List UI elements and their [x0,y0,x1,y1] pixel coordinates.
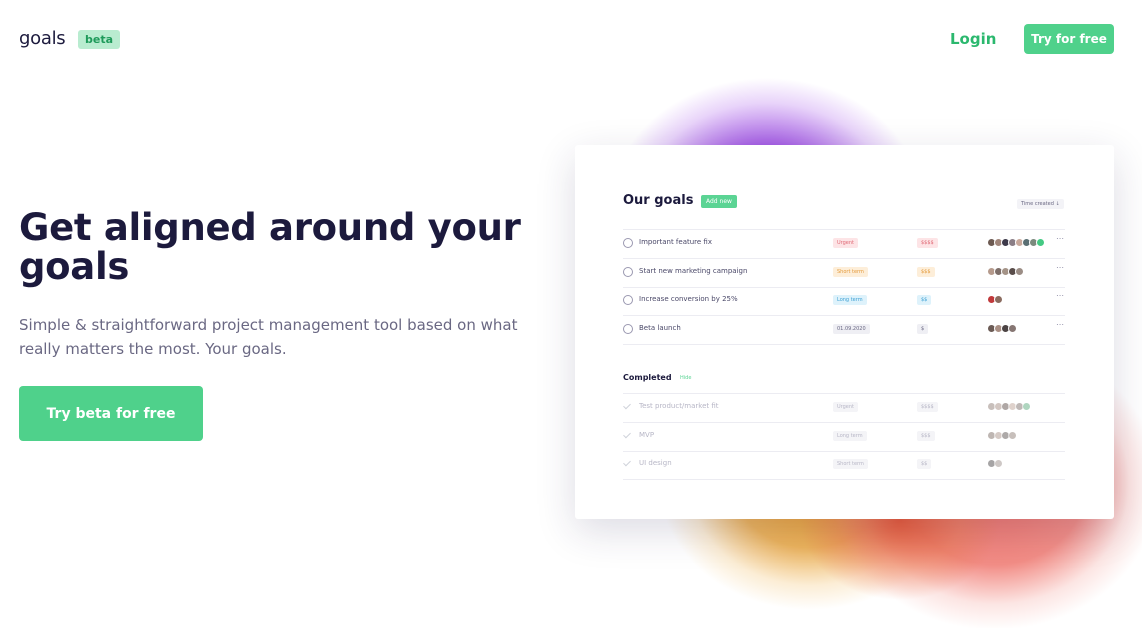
goal-row[interactable]: Start new marketing campaign Short term $$… [623,259,1065,287]
goal-priority-badge: $$$ [917,430,935,441]
goal-row[interactable]: Increase conversion by 25% Long term $$ ⋯ [623,287,1065,315]
logo[interactable]: goals [19,28,66,49]
assignee-avatars [987,459,1003,469]
divider [623,343,1065,345]
assignee-avatars [987,266,1024,277]
avatar [1008,323,1017,333]
check-icon [623,459,632,468]
try-for-free-button[interactable]: Try for free [1024,24,1114,54]
goal-name: Start new marketing campaign [639,266,748,275]
goal-tag-badge: Short term [833,266,868,277]
assignee-avatars [987,402,1031,412]
beta-badge: beta [78,30,121,49]
goal-priority-badge: $$$ [917,266,935,277]
completed-goal-row[interactable]: MVP Long term $$$ [623,423,1065,451]
avatar [994,295,1003,304]
avatar [1015,266,1024,276]
goal-name: Test product/market fit [639,402,719,410]
goal-tag-badge: Long term [833,295,867,305]
more-options-icon[interactable]: ⋯ [1056,234,1064,243]
avatar [1008,430,1017,440]
add-new-button[interactable]: Add new [701,195,737,208]
goal-name: Beta launch [639,323,681,332]
goal-priority-badge: $ [917,323,929,334]
divider [623,479,1065,480]
more-options-icon[interactable]: ⋯ [1056,291,1064,300]
goal-name: UI design [639,459,672,467]
check-icon [623,402,632,411]
hero-subtitle: Simple & straightforward project managem… [19,316,518,358]
avatar [1036,238,1045,247]
goal-priority-badge: $$ [917,459,932,469]
goals-title: Our goals [623,193,694,208]
more-options-icon[interactable]: ⋯ [1056,263,1064,272]
progress-circle-icon[interactable] [623,323,633,334]
try-beta-button[interactable]: Try beta for free [19,386,203,441]
goal-tag-badge: 01.09.2020 [833,323,870,334]
progress-circle-icon[interactable] [623,295,633,305]
completed-goal-row[interactable]: Test product/market fit Urgent $$$$ [623,394,1065,422]
goal-tag-badge: Long term [833,430,867,441]
sort-dropdown[interactable]: Time created ↓ [1017,199,1064,209]
goal-priority-badge: $$$$ [917,238,938,248]
app-preview-card: Our goals Add new Time created ↓ Importa… [575,145,1114,519]
goal-row[interactable]: Important feature fix Urgent $$$$ ⋯ [623,230,1065,258]
assignee-avatars [987,430,1017,441]
goal-row[interactable]: Beta launch 01.09.2020 $ ⋯ [623,316,1065,344]
check-icon [623,431,632,440]
goal-name: MVP [639,430,655,439]
completed-goal-row[interactable]: UI design Short term $$ [623,451,1065,479]
avatar [994,459,1003,468]
hero-title: Get aligned around your goals [19,206,521,288]
completed-title: Completed [623,373,672,382]
goal-tag-badge: Short term [833,459,868,469]
progress-circle-icon[interactable] [623,266,633,277]
goal-priority-badge: $$$$ [917,402,938,412]
goal-tag-badge: Urgent [833,402,859,412]
goal-priority-badge: $$ [917,295,932,305]
goal-name: Important feature fix [639,238,712,246]
avatar [1022,402,1031,411]
goal-name: Increase conversion by 25% [639,295,738,303]
goal-tag-badge: Urgent [833,238,859,248]
assignee-avatars [987,323,1017,334]
assignee-avatars [987,295,1003,305]
more-options-icon[interactable]: ⋯ [1056,320,1064,329]
hide-link[interactable]: Hide [680,375,691,381]
assignee-avatars [987,238,1045,248]
progress-circle-icon[interactable] [623,238,633,248]
login-link[interactable]: Login [950,30,996,48]
